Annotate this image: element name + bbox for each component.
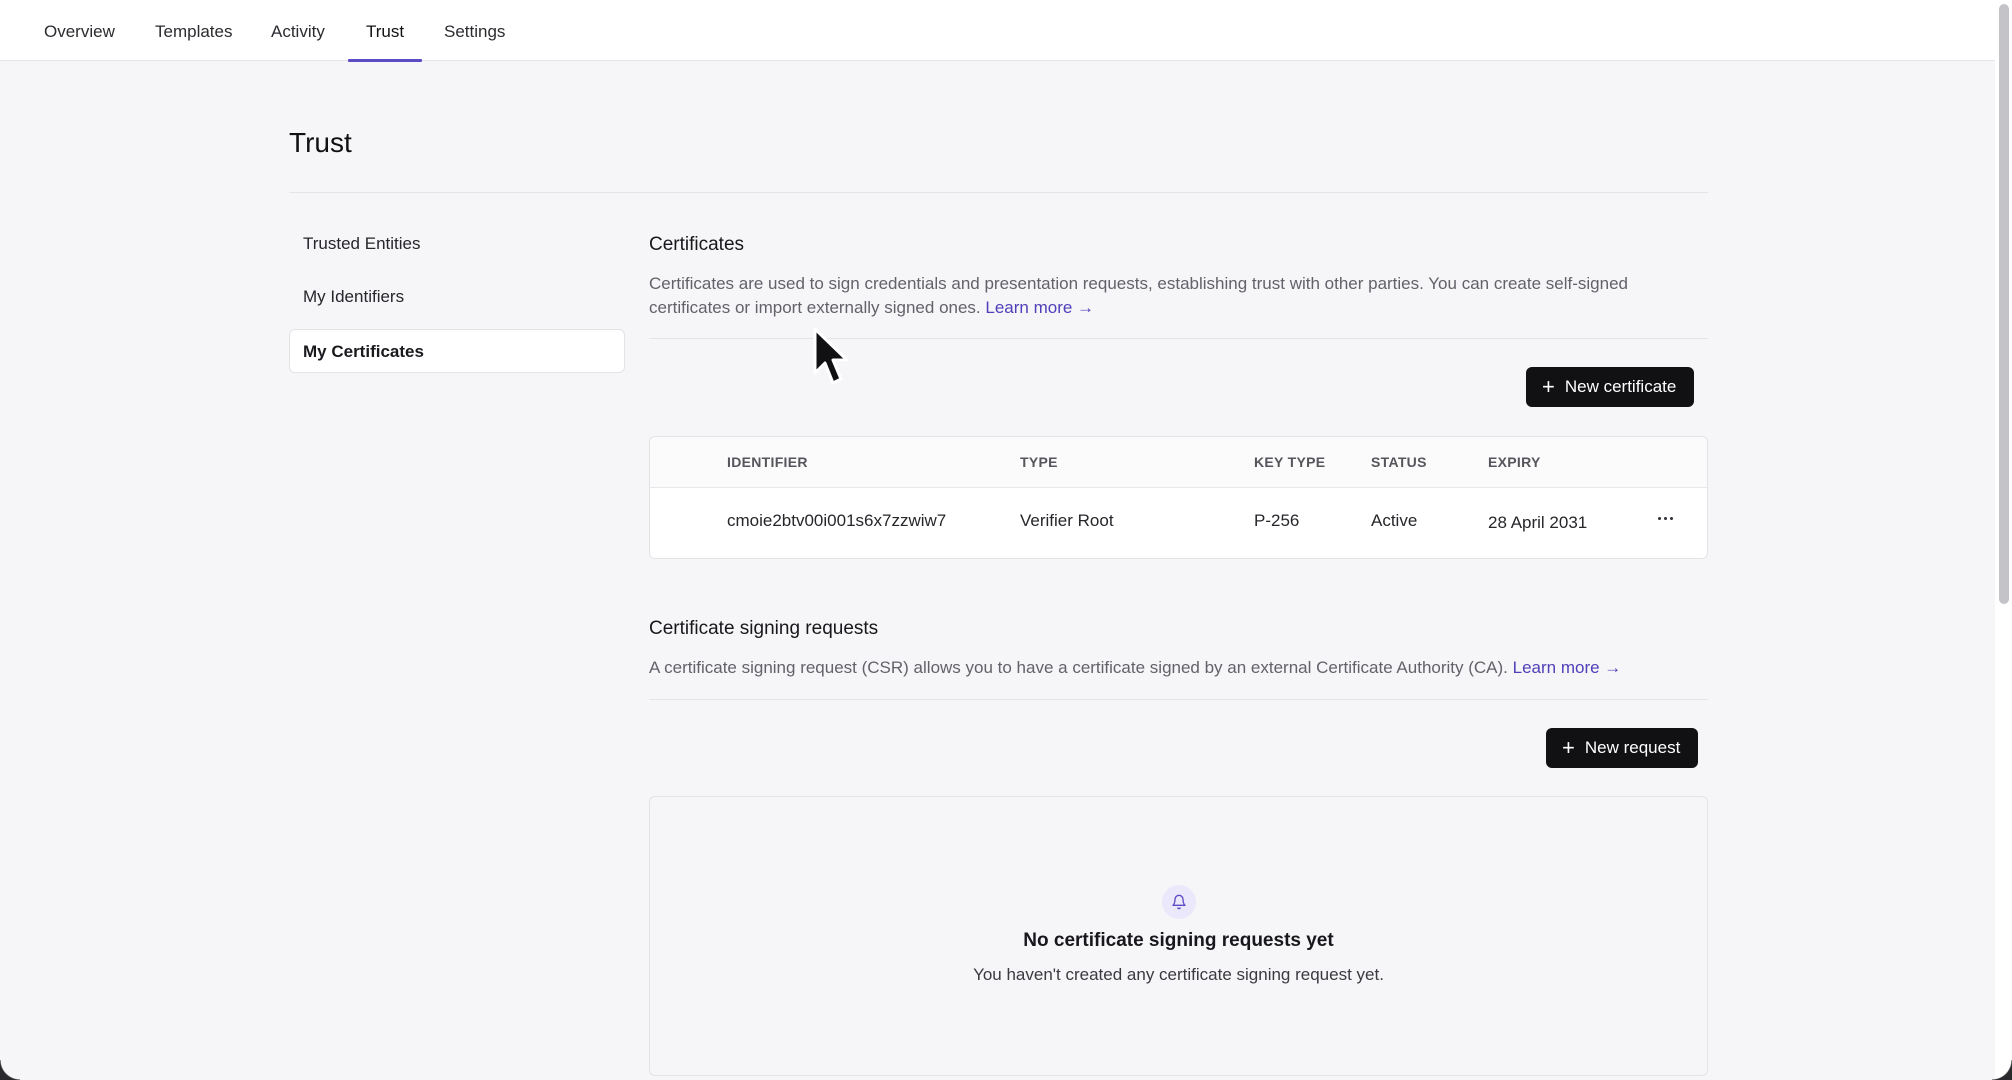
plus-icon: + bbox=[1542, 374, 1555, 399]
column-header-identifier[interactable]: IDENTIFIER bbox=[727, 437, 808, 487]
csr-description: A certificate signing request (CSR) allo… bbox=[649, 656, 1709, 680]
tab-trust[interactable]: Trust bbox=[347, 0, 423, 62]
sidebar-item-my-certificates[interactable]: My Certificates bbox=[289, 329, 625, 373]
certificates-description-text: Certificates are used to sign credential… bbox=[649, 274, 1629, 317]
empty-state-subtitle: You haven't created any certificate sign… bbox=[973, 965, 1384, 984]
column-header-status[interactable]: STATUS bbox=[1371, 437, 1427, 487]
scrollbar-track[interactable] bbox=[1995, 0, 2012, 1080]
window-corner bbox=[0, 1060, 20, 1080]
cell-expiry: 28 April 2031 bbox=[1488, 513, 1588, 532]
cell-identifier: cmoie2btv00i001s6x7zzwiw7 bbox=[727, 511, 947, 530]
csr-description-text: A certificate signing request (CSR) allo… bbox=[649, 658, 1508, 677]
sidebar-item-trusted-entities[interactable]: Trusted Entities bbox=[289, 222, 625, 266]
certificates-learn-more-link[interactable]: Learn more → bbox=[985, 298, 1094, 317]
mouse-pointer-icon bbox=[813, 327, 849, 385]
more-horizontal-icon[interactable] bbox=[1653, 506, 1677, 530]
table-header: IDENTIFIER TYPE KEY TYPE STATUS EXPIRY bbox=[650, 437, 1707, 488]
bell-icon bbox=[1162, 885, 1196, 919]
page-title: Trust bbox=[289, 127, 352, 158]
column-header-key-type[interactable]: KEY TYPE bbox=[1254, 437, 1325, 487]
new-certificate-button[interactable]: + New certificate bbox=[1526, 367, 1695, 407]
tab-overview[interactable]: Overview bbox=[44, 0, 115, 61]
column-header-expiry[interactable]: EXPIRY bbox=[1488, 437, 1541, 487]
tab-templates[interactable]: Templates bbox=[155, 0, 232, 61]
csr-empty-state: No certificate signing requests yet You … bbox=[649, 796, 1708, 1076]
new-request-button[interactable]: + New request bbox=[1546, 728, 1699, 768]
certificates-title: Certificates bbox=[649, 234, 745, 255]
empty-state-title: No certificate signing requests yet bbox=[1023, 930, 1334, 951]
certificates-description: Certificates are used to sign credential… bbox=[649, 272, 1709, 320]
tab-settings[interactable]: Settings bbox=[444, 0, 505, 61]
certificates-divider bbox=[649, 338, 1708, 339]
sidebar-item-my-identifiers[interactable]: My Identifiers bbox=[289, 275, 625, 319]
plus-icon: + bbox=[1562, 735, 1575, 760]
column-header-type[interactable]: TYPE bbox=[1020, 437, 1058, 487]
certificates-table: IDENTIFIER TYPE KEY TYPE STATUS EXPIRY c… bbox=[649, 436, 1708, 559]
scrollbar-thumb[interactable] bbox=[1999, 4, 2009, 604]
new-certificate-label: New certificate bbox=[1564, 377, 1677, 396]
csr-divider bbox=[649, 699, 1708, 700]
top-navigation: Overview Templates Activity Trust Settin… bbox=[0, 0, 1995, 62]
cell-type: Verifier Root bbox=[1020, 511, 1114, 530]
window-corner bbox=[1992, 1060, 2012, 1080]
csr-learn-more-link[interactable]: Learn more → bbox=[1513, 658, 1622, 677]
cell-status: Active bbox=[1371, 511, 1418, 530]
csr-title: Certificate signing requests bbox=[649, 618, 879, 639]
title-divider bbox=[289, 192, 1708, 193]
new-request-label: New request bbox=[1584, 738, 1681, 757]
cell-key-type: P-256 bbox=[1254, 511, 1300, 530]
tab-activity[interactable]: Activity bbox=[271, 0, 325, 61]
